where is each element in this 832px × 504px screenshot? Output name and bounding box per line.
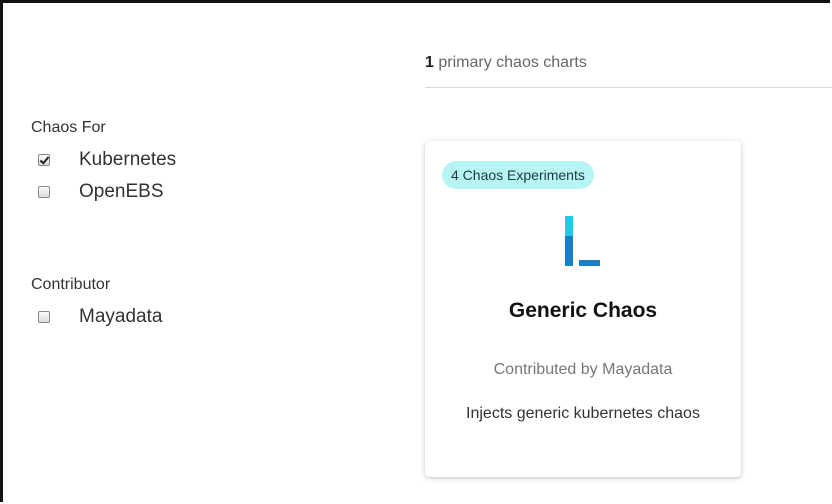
filter-group-chaos-for: Chaos For Kubernetes OpenEBS [31, 118, 176, 208]
generic-chaos-logo-icon [565, 216, 600, 266]
filter-option-kubernetes[interactable]: Kubernetes [31, 144, 176, 176]
filter-label-mayadata[interactable]: Mayadata [79, 306, 162, 328]
results-header: 1 primary chaos charts [425, 43, 832, 88]
card-description: Injects generic kubernetes chaos [466, 405, 700, 422]
card-contributor: Contributed by Mayadata [493, 361, 673, 378]
chart-card-generic-chaos[interactable]: 4 Chaos Experiments Generic Chaos Contri… [425, 141, 741, 477]
filter-option-mayadata[interactable]: Mayadata [31, 301, 162, 333]
results-count: 1 [425, 54, 434, 71]
filter-option-openebs[interactable]: OpenEBS [31, 176, 176, 208]
filter-group-contributor: Contributor Mayadata [31, 275, 162, 333]
filter-label-openebs[interactable]: OpenEBS [79, 181, 164, 203]
filter-title-chaos-for: Chaos For [31, 119, 106, 136]
card-title[interactable]: Generic Chaos [425, 299, 741, 323]
logo-bar-light [565, 216, 573, 236]
logo-foot [579, 260, 600, 266]
page-frame: Chaos For Kubernetes OpenEBS Contributor… [0, 0, 832, 502]
openebs-checkbox[interactable] [38, 186, 50, 198]
mayadata-checkbox[interactable] [38, 311, 50, 323]
experiments-badge: 4 Chaos Experiments [442, 161, 594, 189]
logo-bar-dark [565, 236, 573, 266]
kubernetes-checkbox[interactable] [38, 154, 50, 166]
filter-title-contributor: Contributor [31, 276, 111, 293]
results-label: primary chaos charts [438, 54, 587, 71]
filter-label-kubernetes[interactable]: Kubernetes [79, 149, 176, 171]
